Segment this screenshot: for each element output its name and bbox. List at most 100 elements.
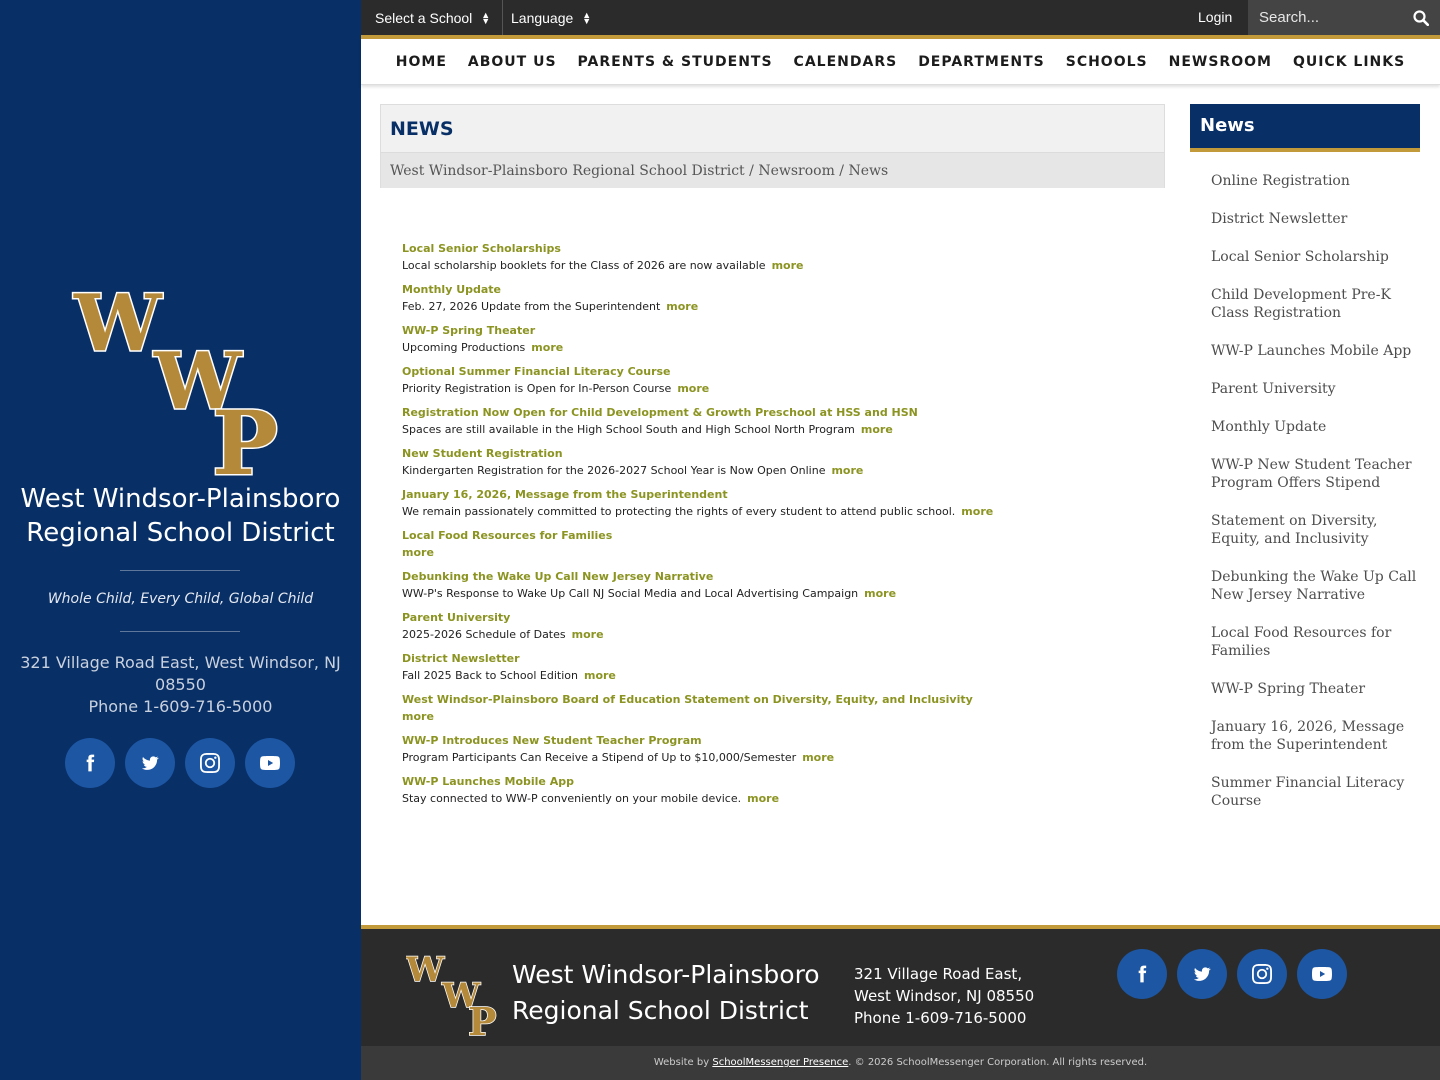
nav-newsroom[interactable]: NEWSROOM [1169,54,1272,70]
phone-number[interactable]: Phone 1-609-716-5000 [20,696,341,718]
section-nav-item[interactable]: Monthly Update [1211,418,1420,436]
nav-departments[interactable]: DEPARTMENTS [918,54,1045,70]
footer-phone[interactable]: Phone 1-609-716-5000 [854,1007,1034,1029]
breadcrumb-newsroom[interactable]: Newsroom [758,163,835,179]
news-item: WW-P Launches Mobile App Stay connected t… [402,775,1162,816]
section-nav-item[interactable]: Local Senior Scholarship [1211,248,1420,266]
more-link[interactable]: more [772,259,804,272]
nav-schools[interactable]: SCHOOLS [1066,54,1148,70]
news-summary-text: We remain passionately committed to prot… [402,505,956,518]
footer-logo[interactable]: W W P [404,949,502,1045]
news-title-link[interactable]: Debunking the Wake Up Call New Jersey Na… [402,570,1162,584]
news-item: Local Food Resources for Families more [402,529,1162,570]
section-nav-item[interactable]: January 16, 2026, Message from the Super… [1211,718,1420,754]
news-title-link[interactable]: WW-P Introduces New Student Teacher Prog… [402,734,1162,748]
news-summary-text: Priority Registration is Open for In-Per… [402,382,672,395]
more-link[interactable]: more [677,382,709,395]
section-nav-item[interactable]: Statement on Diversity, Equity, and Incl… [1211,512,1420,548]
search-icon[interactable] [1403,0,1439,35]
section-nav-item[interactable]: District Newsletter [1211,210,1420,228]
more-link[interactable]: more [861,423,893,436]
news-summary: Local scholarship booklets for the Class… [402,256,1162,276]
section-nav-item[interactable]: Local Food Resources for Families [1211,624,1420,660]
main-nav: HOME ABOUT US PARENTS & STUDENTS CALENDA… [361,39,1440,85]
news-title-link[interactable]: Optional Summer Financial Literacy Cours… [402,365,1162,379]
news-summary: Fall 2025 Back to School Edition more [402,666,1162,686]
more-link[interactable]: more [747,792,779,805]
section-nav-item[interactable]: Debunking the Wake Up Call New Jersey Na… [1211,568,1420,604]
language-dropdown[interactable]: Language ▲ ▼ [511,0,591,35]
svg-text:W: W [406,951,445,990]
nav-calendars[interactable]: CALENDARS [794,54,898,70]
twitter-icon[interactable] [1177,949,1227,999]
news-summary-text: Kindergarten Registration for the 2026-2… [402,464,826,477]
more-link[interactable]: more [531,341,563,354]
news-list: Local Senior Scholarships Local scholarsh… [402,242,1162,816]
news-title-link[interactable]: New Student Registration [402,447,1162,461]
news-item: New Student Registration Kindergarten Reg… [402,447,1162,488]
breadcrumb-current: News [848,163,889,179]
section-nav-item[interactable]: WW-P Spring Theater [1211,680,1420,698]
news-summary: Program Participants Can Receive a Stipe… [402,748,1162,768]
news-title-link[interactable]: January 16, 2026, Message from the Super… [402,488,1162,502]
section-nav-item[interactable]: Summer Financial Literacy Course [1211,774,1420,810]
news-title-link[interactable]: Monthly Update [402,283,1162,297]
instagram-icon[interactable] [1237,949,1287,999]
more-link[interactable]: more [572,628,604,641]
sidebar: W W P West Windsor-Plainsboro Regional S… [0,0,361,1080]
district-logo[interactable]: W W P [70,277,292,497]
section-nav-item[interactable]: WW-P New Student Teacher Program Offers … [1211,456,1420,492]
news-summary: Feb. 27, 2026 Update from the Superinten… [402,297,1162,317]
nav-about-us[interactable]: ABOUT US [468,54,557,70]
page-title: NEWS [390,118,454,140]
facebook-icon[interactable] [65,738,115,788]
search-box [1248,0,1440,35]
youtube-icon[interactable] [245,738,295,788]
instagram-icon[interactable] [185,738,235,788]
news-title-link[interactable]: Parent University [402,611,1162,625]
svg-text:P: P [212,391,278,482]
news-title-link[interactable]: West Windsor-Plainsboro Board of Educati… [402,693,1162,707]
search-input[interactable] [1248,9,1403,26]
news-summary-text: Fall 2025 Back to School Edition [402,669,578,682]
sort-arrows-icon: ▲ ▼ [582,9,592,26]
news-item: Registration Now Open for Child Developm… [402,406,1162,447]
youtube-icon[interactable] [1297,949,1347,999]
more-link[interactable]: more [961,505,993,518]
breadcrumb-home[interactable]: West Windsor-Plainsboro Regional School … [390,163,745,179]
nav-parents-students[interactable]: PARENTS & STUDENTS [578,54,773,70]
news-summary-text: 2025-2026 Schedule of Dates [402,628,566,641]
news-item: Local Senior Scholarships Local scholarsh… [402,242,1162,283]
more-link[interactable]: more [666,300,698,313]
news-summary: Spaces are still available in the High S… [402,420,1162,440]
more-link[interactable]: more [864,587,896,600]
vendor-link[interactable]: SchoolMessenger Presence [712,1057,848,1068]
more-link[interactable]: more [831,464,863,477]
news-title-link[interactable]: District Newsletter [402,652,1162,666]
news-title-link[interactable]: Registration Now Open for Child Developm… [402,406,1162,420]
divider [120,570,240,571]
nav-quick-links[interactable]: QUICK LINKS [1293,54,1405,70]
more-link[interactable]: more [402,546,434,559]
twitter-icon[interactable] [125,738,175,788]
news-summary-text: Program Participants Can Receive a Stipe… [402,751,797,764]
breadcrumb: West Windsor-Plainsboro Regional School … [381,152,1164,188]
news-title-link[interactable]: WW-P Launches Mobile App [402,775,1162,789]
news-summary-text: Spaces are still available in the High S… [402,423,855,436]
news-title-link[interactable]: WW-P Spring Theater [402,324,1162,338]
section-nav-item[interactable]: Parent University [1211,380,1420,398]
more-link[interactable]: more [402,710,434,723]
more-link[interactable]: more [584,669,616,682]
section-nav-item[interactable]: Child Development Pre-K Class Registrati… [1211,286,1420,322]
more-link[interactable]: more [802,751,834,764]
login-link[interactable]: Login [1198,0,1232,35]
news-title-link[interactable]: Local Senior Scholarships [402,242,1162,256]
section-nav-item[interactable]: WW-P Launches Mobile App [1211,342,1420,360]
section-nav-item[interactable]: Online Registration [1211,172,1420,190]
facebook-icon[interactable] [1117,949,1167,999]
nav-home[interactable]: HOME [396,54,447,70]
news-summary: Upcoming Productions more [402,338,1162,358]
news-title-link[interactable]: Local Food Resources for Families [402,529,1162,543]
district-address: 321 Village Road East, West Windsor, NJ … [20,653,341,718]
select-school-dropdown[interactable]: Select a School ▲ ▼ [375,0,504,35]
